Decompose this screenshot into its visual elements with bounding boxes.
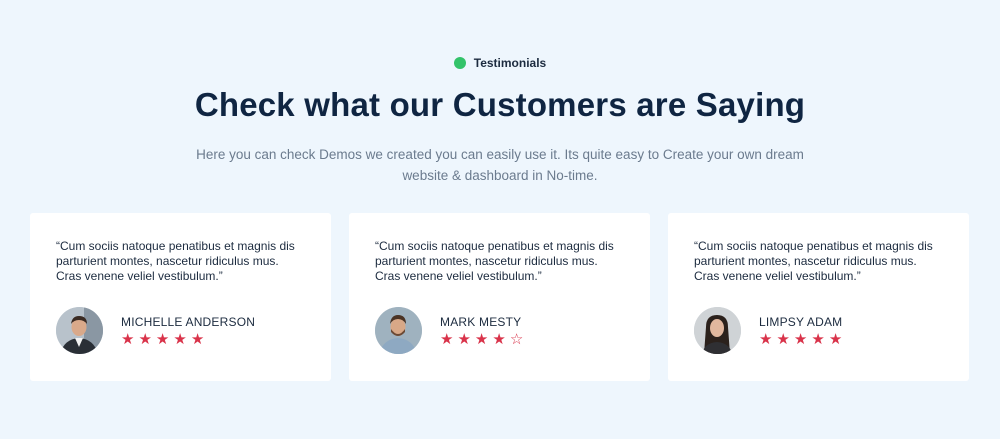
author-name: MARK MESTY	[440, 314, 522, 329]
star-filled-icon: ★	[173, 330, 187, 348]
star-filled-icon: ★	[776, 330, 790, 348]
star-rating: ★ ★ ★ ★ ★	[759, 332, 842, 347]
testimonial-card: “Cum sociis natoque penatibus et magnis …	[349, 213, 650, 381]
green-dot-icon	[453, 57, 466, 69]
section-title: Check what our Customers are Saying	[194, 86, 806, 123]
testimonial-card: “Cum sociis natoque penatibus et magnis …	[30, 213, 331, 381]
section-subtitle: Here you can check Demos we created you …	[196, 147, 804, 183]
testimonial-author: MICHELLE ANDERSON ★ ★ ★ ★ ★	[56, 307, 255, 354]
star-rating: ★ ★ ★ ★ ☆	[440, 332, 523, 347]
avatar	[375, 307, 422, 354]
star-rating: ★ ★ ★ ★ ★	[121, 332, 255, 347]
author-name: LIMPSY ADAM	[759, 314, 843, 329]
avatar	[56, 307, 103, 354]
star-filled-icon: ★	[759, 330, 773, 348]
star-empty-icon: ☆	[509, 330, 524, 348]
testimonial-card: “Cum sociis natoque penatibus et magnis …	[668, 213, 969, 381]
avatar	[694, 307, 741, 354]
testimonial-quote: “Cum sociis natoque penatibus et magnis …	[694, 239, 933, 283]
section-eyebrow: Testimonials	[0, 56, 1000, 70]
star-filled-icon: ★	[155, 330, 170, 348]
author-info: MARK MESTY ★ ★ ★ ★ ☆	[440, 315, 523, 347]
star-filled-icon: ★	[474, 330, 489, 348]
star-filled-icon: ★	[138, 330, 152, 348]
star-filled-icon: ★	[492, 330, 506, 348]
testimonial-quote: “Cum sociis natoque penatibus et magnis …	[56, 239, 295, 283]
testimonial-quote: “Cum sociis natoque penatibus et magnis …	[375, 239, 614, 283]
eyebrow-label: Testimonials	[473, 56, 547, 70]
star-filled-icon: ★	[828, 330, 843, 348]
star-filled-icon: ★	[440, 330, 454, 348]
author-name: MICHELLE ANDERSON	[121, 314, 256, 329]
star-filled-icon: ★	[121, 330, 135, 348]
star-filled-icon: ★	[190, 330, 205, 348]
author-info: MICHELLE ANDERSON ★ ★ ★ ★ ★	[121, 315, 255, 347]
testimonials-section: Testimonials Check what our Customers ar…	[0, 0, 1000, 439]
testimonial-cards: “Cum sociis natoque penatibus et magnis …	[30, 213, 969, 381]
author-info: LIMPSY ADAM ★ ★ ★ ★ ★	[759, 315, 842, 347]
star-filled-icon: ★	[793, 330, 808, 348]
star-filled-icon: ★	[457, 330, 471, 348]
star-filled-icon: ★	[811, 330, 825, 348]
testimonial-author: MARK MESTY ★ ★ ★ ★ ☆	[375, 307, 523, 354]
testimonial-author: LIMPSY ADAM ★ ★ ★ ★ ★	[694, 307, 842, 354]
